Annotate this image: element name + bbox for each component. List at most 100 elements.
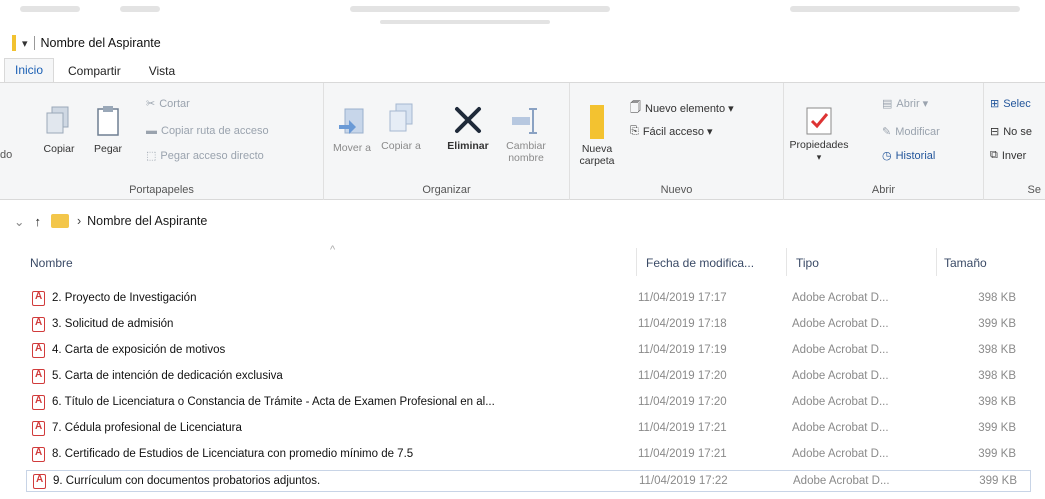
recent-locations-icon[interactable]: ⌄	[14, 214, 24, 229]
file-date: 11/04/2019 17:21	[638, 422, 727, 434]
delete-button[interactable]: Eliminar	[446, 103, 490, 152]
blurred-text	[790, 6, 1020, 12]
invert-selection-button[interactable]: ⧉ Inver	[990, 149, 1026, 162]
edit-button[interactable]: ✎ Modificar	[882, 125, 940, 139]
file-name: 4. Carta de exposición de motivos	[52, 344, 226, 356]
table-row[interactable]: 7. Cédula profesional de Licenciatura 11…	[26, 418, 1031, 440]
blurred-text	[380, 20, 550, 24]
table-row[interactable]: 6. Título de Licenciatura o Constancia d…	[26, 392, 1031, 414]
new-folder-icon	[590, 105, 604, 139]
file-date: 11/04/2019 17:19	[638, 344, 727, 356]
clipped-label: do	[0, 149, 13, 161]
pdf-file-icon	[32, 421, 45, 436]
column-name[interactable]: Nombre	[30, 256, 73, 270]
easy-access-button[interactable]: ⎘ Fácil acceso ▾	[630, 125, 713, 138]
new-item-button[interactable]: 🗍 Nuevo elemento ▾	[630, 99, 734, 118]
column-type[interactable]: Tipo	[796, 256, 819, 270]
title-bar: ▾ Nombre del Aspirante	[0, 30, 1045, 56]
table-row[interactable]: 5. Carta de intención de dedicación excl…	[26, 366, 1031, 388]
file-type: Adobe Acrobat D...	[792, 422, 889, 434]
table-row[interactable]: 4. Carta de exposición de motivos 11/04/…	[26, 340, 1031, 362]
copy-to-button[interactable]: Copiar a	[380, 103, 422, 152]
select-all-button[interactable]: ⊞ Selec	[990, 97, 1031, 111]
file-name: 8. Certificado de Estudios de Licenciatu…	[52, 448, 414, 460]
file-size: 399 KB	[978, 318, 1016, 330]
file-size: 399 KB	[978, 448, 1016, 460]
paste-button[interactable]: Pegar	[88, 105, 128, 155]
new-item-icon: 🗍	[630, 102, 641, 114]
easy-access-icon: ⎘	[630, 125, 639, 137]
file-name: 3. Solicitud de admisión	[52, 318, 174, 330]
up-arrow-icon[interactable]: ↑	[34, 214, 41, 229]
tab-inicio[interactable]: Inicio	[4, 58, 55, 82]
history-button[interactable]: ◷ Historial	[882, 149, 935, 163]
history-icon: ◷	[882, 150, 892, 162]
tab-vista[interactable]: Vista	[135, 64, 189, 82]
shortcut-icon: ⬚	[146, 150, 157, 162]
table-row[interactable]: 2. Proyecto de Investigación 11/04/2019 …	[26, 288, 1031, 310]
file-type: Adobe Acrobat D...	[792, 448, 889, 460]
file-date: 11/04/2019 17:20	[638, 396, 727, 408]
table-row[interactable]: 8. Certificado de Estudios de Licenciatu…	[26, 444, 1031, 466]
file-size: 398 KB	[978, 292, 1016, 304]
sort-indicator-icon: ^	[330, 244, 336, 256]
chevron-right-icon[interactable]: ›	[77, 214, 81, 228]
paste-shortcut-button[interactable]: ⬚ Pegar acceso directo	[146, 149, 264, 163]
new-folder-button[interactable]: Nueva carpeta	[574, 101, 620, 167]
dropdown-arrow-icon: ▾	[816, 152, 822, 162]
file-date: 11/04/2019 17:17	[638, 292, 727, 304]
cut-button[interactable]: ✂ Cortar	[146, 97, 190, 111]
group-label: Portapapeles	[129, 184, 194, 196]
file-size: 399 KB	[978, 422, 1016, 434]
address-bar[interactable]: ⌄ ↑ › Nombre del Aspirante	[0, 208, 1045, 234]
file-size: 398 KB	[978, 370, 1016, 382]
column-date[interactable]: Fecha de modifica...	[646, 256, 754, 270]
pdf-file-icon	[32, 343, 45, 358]
quick-access-dropdown-icon[interactable]: ▾	[22, 37, 28, 50]
open-icon: ▤	[882, 98, 893, 110]
copy-path-button[interactable]: ▬ Copiar ruta de acceso	[146, 125, 269, 137]
column-divider[interactable]	[786, 248, 787, 276]
column-header: ^ Nombre Fecha de modifica... Tipo Tamañ…	[0, 244, 1045, 278]
blurred-text	[120, 6, 160, 12]
file-name: 5. Carta de intención de dedicación excl…	[52, 370, 283, 382]
column-size[interactable]: Tamaño	[944, 256, 987, 270]
column-divider[interactable]	[636, 248, 637, 276]
properties-button[interactable]: Propiedades ▾	[790, 105, 848, 163]
rename-icon	[512, 108, 537, 134]
file-type: Adobe Acrobat D...	[792, 396, 889, 408]
blurred-text	[20, 6, 80, 12]
folder-icon	[12, 35, 16, 51]
select-none-button[interactable]: ⊟ No se	[990, 125, 1032, 139]
group-abrir: Propiedades ▾ ▤ Abrir ▾ ✎ Modificar ◷ Histo…	[784, 83, 984, 200]
pdf-file-icon	[32, 369, 45, 384]
copy-path-icon: ▬	[146, 125, 157, 137]
group-portapapeles: do Copiar Pegar ✂ Cortar ▬ Copiar ruta de …	[0, 83, 324, 200]
pdf-file-icon	[33, 474, 46, 489]
file-type: Adobe Acrobat D...	[793, 475, 890, 487]
copy-to-icon	[389, 103, 413, 132]
file-type: Adobe Acrobat D...	[792, 318, 889, 330]
file-size: 398 KB	[978, 344, 1016, 356]
file-date: 11/04/2019 17:22	[639, 475, 728, 487]
divider	[33, 36, 35, 50]
delete-icon	[455, 107, 481, 133]
breadcrumb-current[interactable]: Nombre del Aspirante	[87, 214, 207, 228]
open-button[interactable]: ▤ Abrir ▾	[882, 97, 928, 110]
file-size: 399 KB	[979, 475, 1017, 487]
tab-compartir[interactable]: Compartir	[54, 64, 135, 82]
group-nuevo: Nueva carpeta 🗍 Nuevo elemento ▾ ⎘ Fácil a…	[570, 83, 784, 200]
copy-button[interactable]: Copiar	[36, 105, 82, 155]
column-divider[interactable]	[936, 248, 937, 276]
table-row-selected[interactable]: 9. Currículum con documentos probatorios…	[26, 470, 1031, 492]
group-label: Abrir	[871, 184, 896, 196]
rename-button[interactable]: Cambiar nombre	[500, 103, 552, 164]
group-organizar: Mover a Copiar a Eliminar Cambiar nombre…	[324, 83, 570, 200]
file-name: 7. Cédula profesional de Licenciatura	[52, 422, 242, 434]
properties-icon	[806, 107, 832, 135]
table-row[interactable]: 3. Solicitud de admisión 11/04/2019 17:1…	[26, 314, 1031, 336]
blurred-top-strip	[0, 0, 1045, 30]
move-to-button[interactable]: Mover a	[332, 107, 372, 154]
copy-icon	[46, 106, 69, 134]
pdf-file-icon	[32, 447, 45, 462]
